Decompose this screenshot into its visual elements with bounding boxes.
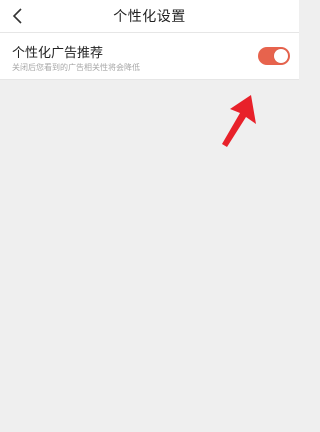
personalized-ads-toggle[interactable] — [258, 47, 290, 65]
top-navigation-bar: 个性化设置 — [0, 0, 299, 33]
personalized-ads-setting-row: 个性化广告推荐 关闭后您看到的广告相关性将会降低 — [0, 33, 299, 80]
red-arrow-icon — [222, 95, 256, 147]
setting-label: 个性化广告推荐 — [12, 46, 104, 61]
toggle-knob — [274, 49, 288, 63]
page-title: 个性化设置 — [113, 9, 186, 25]
setting-description: 关闭后您看到的广告相关性将会降低 — [12, 63, 140, 72]
